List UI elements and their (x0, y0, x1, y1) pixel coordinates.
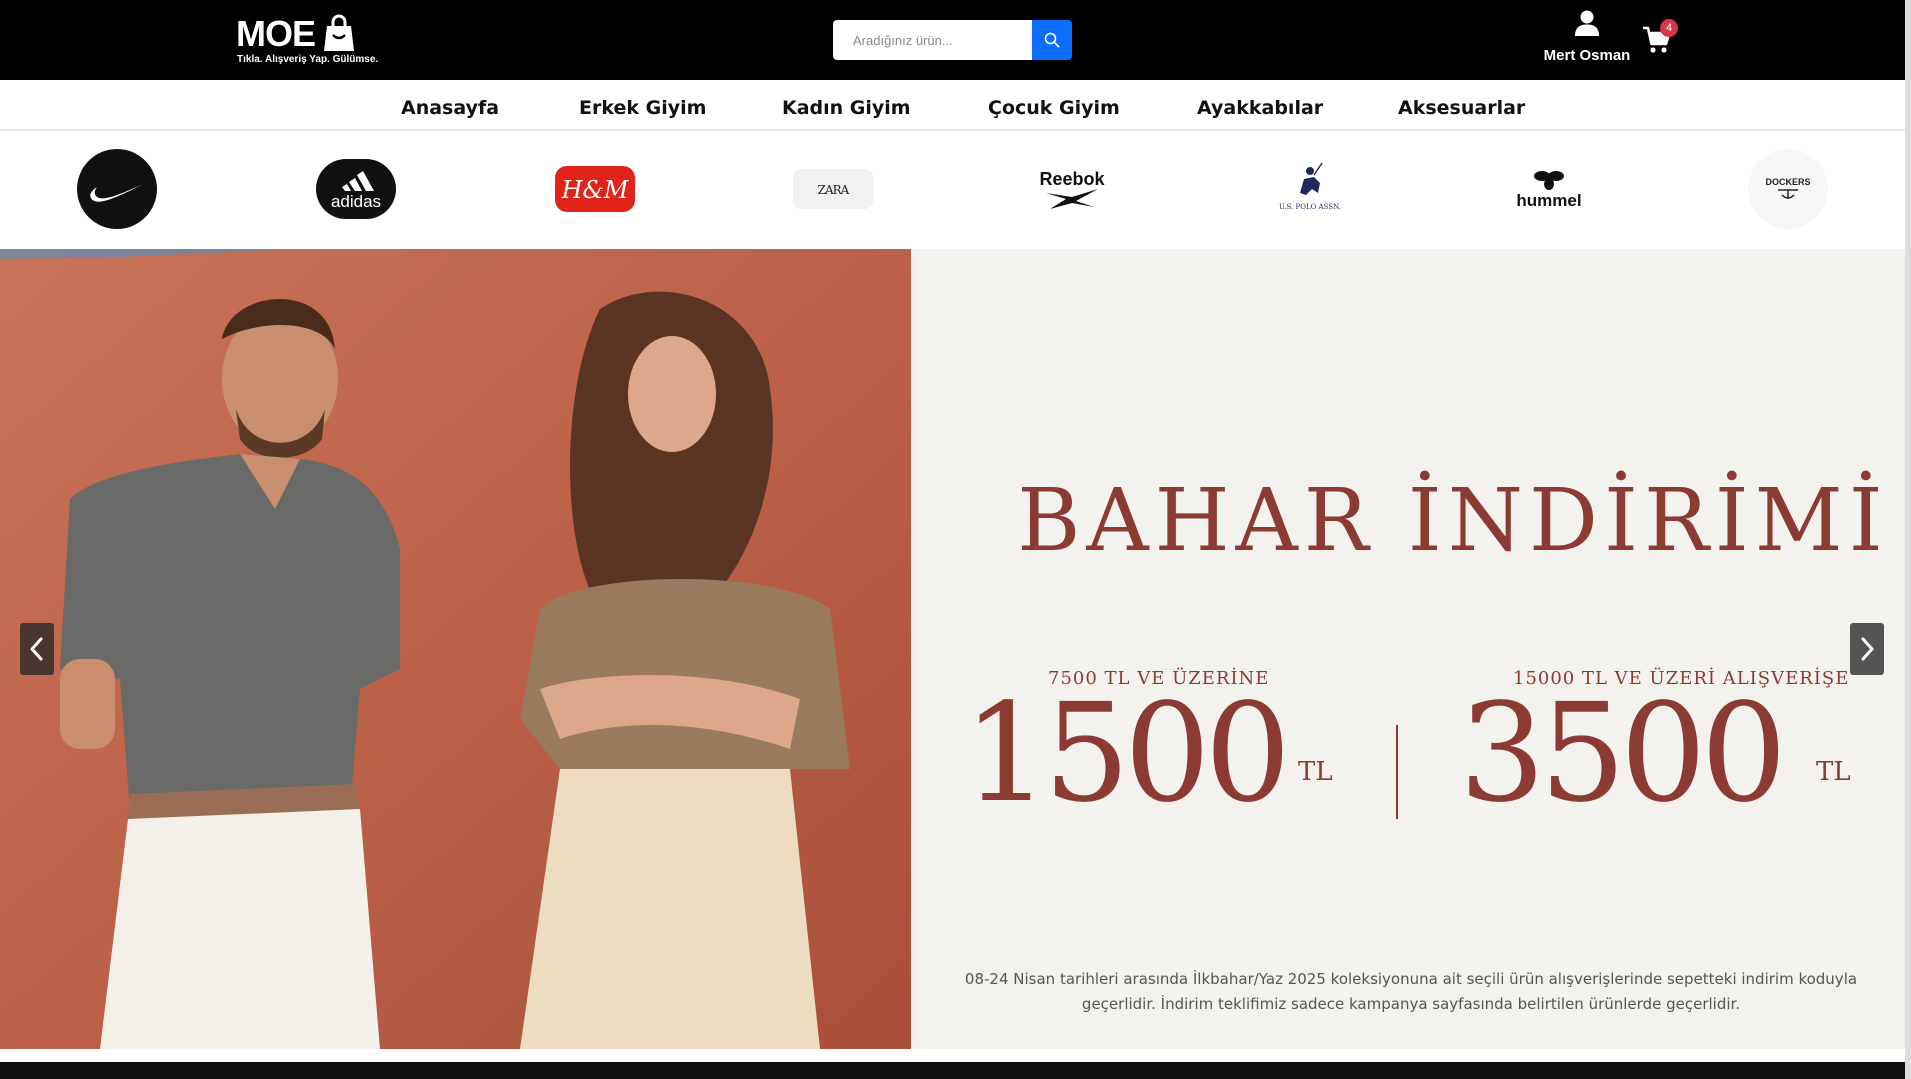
cart-button[interactable]: 4 (1640, 18, 1680, 58)
brand-nike[interactable] (77, 149, 157, 229)
user-name: Mert Osman (1543, 47, 1631, 64)
promo-description-line-1: 08-24 Nisan tarihleri arasında İlkbahar/… (964, 970, 1858, 988)
header-bar: MOE Tıkla. Alışveriş Yap. Gülümse. Mert … (0, 0, 1911, 80)
hero-carousel: BAHAR İNDİRİMİ 7500 TL VE ÜZERİNE 1500 T… (0, 249, 1905, 1049)
user-account-link[interactable]: Mert Osman (1534, 10, 1640, 68)
brand-zara[interactable]: ZARA (793, 149, 873, 229)
nav-item-aksesuarlar[interactable]: Aksesuarlar (1398, 80, 1525, 130)
nav-item-kadin-giyim[interactable]: Kadın Giyim (782, 80, 911, 130)
promo-description: 08-24 Nisan tarihleri arasında İlkbahar/… (911, 967, 1905, 1017)
adidas-wordmark: adidas (331, 192, 381, 211)
nav-item-anasayfa[interactable]: Anasayfa (401, 80, 499, 130)
zara-logo-icon: ZARA (793, 169, 873, 209)
zara-wordmark: ZARA (818, 183, 850, 197)
hero-photo (0, 249, 911, 1049)
promo-title: BAHAR İNDİRİMİ (1017, 471, 1889, 571)
promo-description-line-2: geçerlidir. İndirim teklifimiz sadece ka… (1081, 995, 1741, 1013)
carousel-next-button[interactable] (1850, 623, 1884, 675)
nike-logo-icon (77, 149, 157, 229)
dockers-logo-icon: DOCKERS (1748, 149, 1828, 229)
brand-hm[interactable]: H&M (555, 149, 635, 229)
reebok-wordmark: Reebok (1039, 169, 1105, 189)
nav-item-ayakkabilar[interactable]: Ayakkabılar (1197, 80, 1323, 130)
offer-divider (1396, 725, 1398, 819)
brand-dockers[interactable]: DOCKERS (1748, 149, 1828, 229)
brand-reebok[interactable]: Reebok (1032, 149, 1112, 229)
offer-amount-2: 3500 (1459, 675, 1787, 833)
hm-logo-icon: H&M (555, 166, 635, 212)
us-polo-wordmark: U.S. POLO ASSN. (1279, 203, 1341, 211)
offer-amount-1: 1500 (963, 675, 1291, 833)
search-bar (833, 20, 1072, 60)
brand-adidas[interactable]: adidas (316, 149, 396, 229)
site-logo[interactable]: MOE Tıkla. Alışveriş Yap. Gülümse. (236, 13, 378, 66)
page-scrollbar[interactable] (1905, 0, 1911, 1079)
search-button[interactable] (1032, 20, 1072, 60)
offer-currency-2: TL (1816, 757, 1851, 787)
main-nav: Anasayfa Erkek Giyim Kadın Giyim Çocuk G… (0, 80, 1905, 130)
cart-count-badge: 4 (1660, 19, 1678, 37)
hm-wordmark: H&M (561, 176, 630, 204)
hummel-logo-icon: hummel (1516, 171, 1582, 210)
shopping-bag-icon (324, 14, 354, 51)
logo-tagline: Tıkla. Alışveriş Yap. Gülümse. (237, 54, 379, 65)
footer-edge (0, 1062, 1905, 1079)
search-icon (1044, 32, 1060, 48)
carousel-prev-button[interactable] (20, 623, 54, 675)
hummel-wordmark: hummel (1516, 191, 1581, 210)
user-icon (1575, 10, 1599, 36)
dockers-wordmark: DOCKERS (1765, 177, 1810, 187)
brand-us-polo[interactable]: U.S. POLO ASSN. (1270, 149, 1350, 229)
nav-item-cocuk-giyim[interactable]: Çocuk Giyim (988, 80, 1120, 130)
brand-hummel[interactable]: hummel (1509, 149, 1589, 229)
logo-wordmark: MOE (236, 13, 316, 54)
adidas-logo-icon: adidas (316, 159, 396, 219)
nav-item-erkek-giyim[interactable]: Erkek Giyim (579, 80, 706, 130)
promo-panel: BAHAR İNDİRİMİ 7500 TL VE ÜZERİNE 1500 T… (911, 249, 1905, 1049)
chevron-left-icon (30, 637, 43, 661)
chevron-right-icon (1861, 637, 1874, 661)
brand-strip: adidas H&M ZARA Reebok U.S. POLO ASSN. h… (0, 131, 1905, 249)
reebok-logo-icon: Reebok (1039, 169, 1105, 209)
us-polo-logo-icon: U.S. POLO ASSN. (1279, 162, 1341, 211)
search-input[interactable] (833, 20, 1032, 60)
offer-currency-1: TL (1298, 757, 1333, 787)
